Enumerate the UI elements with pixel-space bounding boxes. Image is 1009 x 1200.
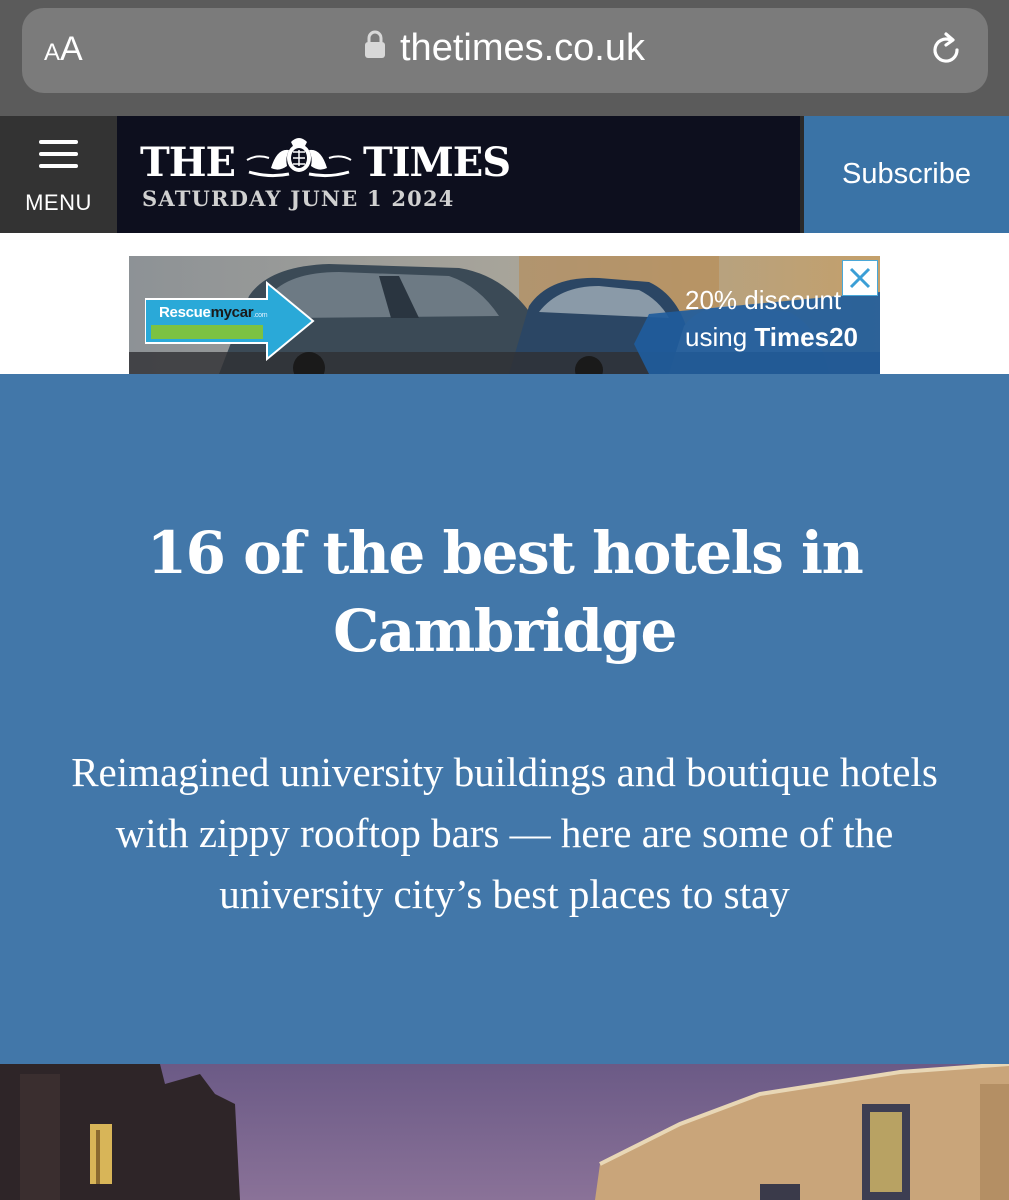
rescuemycar-logo	[144, 280, 315, 366]
article-lead-image	[0, 1064, 1009, 1200]
advert-offer-line1: 20% discount	[685, 285, 842, 315]
url-text: thetimes.co.uk	[400, 27, 645, 69]
advert-brand-text: Rescuemycar.com	[159, 304, 268, 321]
article-title: 16 of the best hotels in Cambridge	[146, 519, 864, 665]
menu-label: MENU	[25, 190, 92, 215]
logo-word-the: THE	[140, 138, 236, 186]
hamburger-icon	[39, 140, 78, 176]
edition-date: SATURDAY JUNE 1 2024	[142, 186, 455, 211]
browser-toolbar: AA thetimes.co.uk	[0, 0, 1009, 116]
site-masthead: MENU THE TIMES SATURDAY JUNE 1 2024 Subs…	[0, 116, 1009, 233]
the-times-logo[interactable]: THE TIMES	[140, 134, 511, 190]
lock-icon	[364, 21, 386, 73]
logo-word-times: TIMES	[363, 138, 511, 186]
advert-offer: 20% discount using Times20	[685, 282, 858, 356]
advert-promo-code: Times20	[754, 322, 858, 352]
close-ad-icon[interactable]	[842, 260, 878, 296]
royal-crest-icon	[243, 134, 355, 190]
article-hero: 16 of the best hotels in Cambridge Reima…	[0, 374, 1009, 1064]
menu-button[interactable]: MENU	[0, 116, 117, 233]
reload-icon[interactable]	[926, 30, 966, 70]
subscribe-button[interactable]: Subscribe	[804, 116, 1009, 233]
url-display[interactable]: thetimes.co.uk	[0, 22, 1009, 74]
advert-banner[interactable]: Rescuemycar.com 20% discount using Times…	[129, 256, 880, 374]
advert-offer-line2: using Times20	[685, 322, 858, 352]
article-standfirst: Reimagined university buildings and bout…	[71, 749, 938, 917]
